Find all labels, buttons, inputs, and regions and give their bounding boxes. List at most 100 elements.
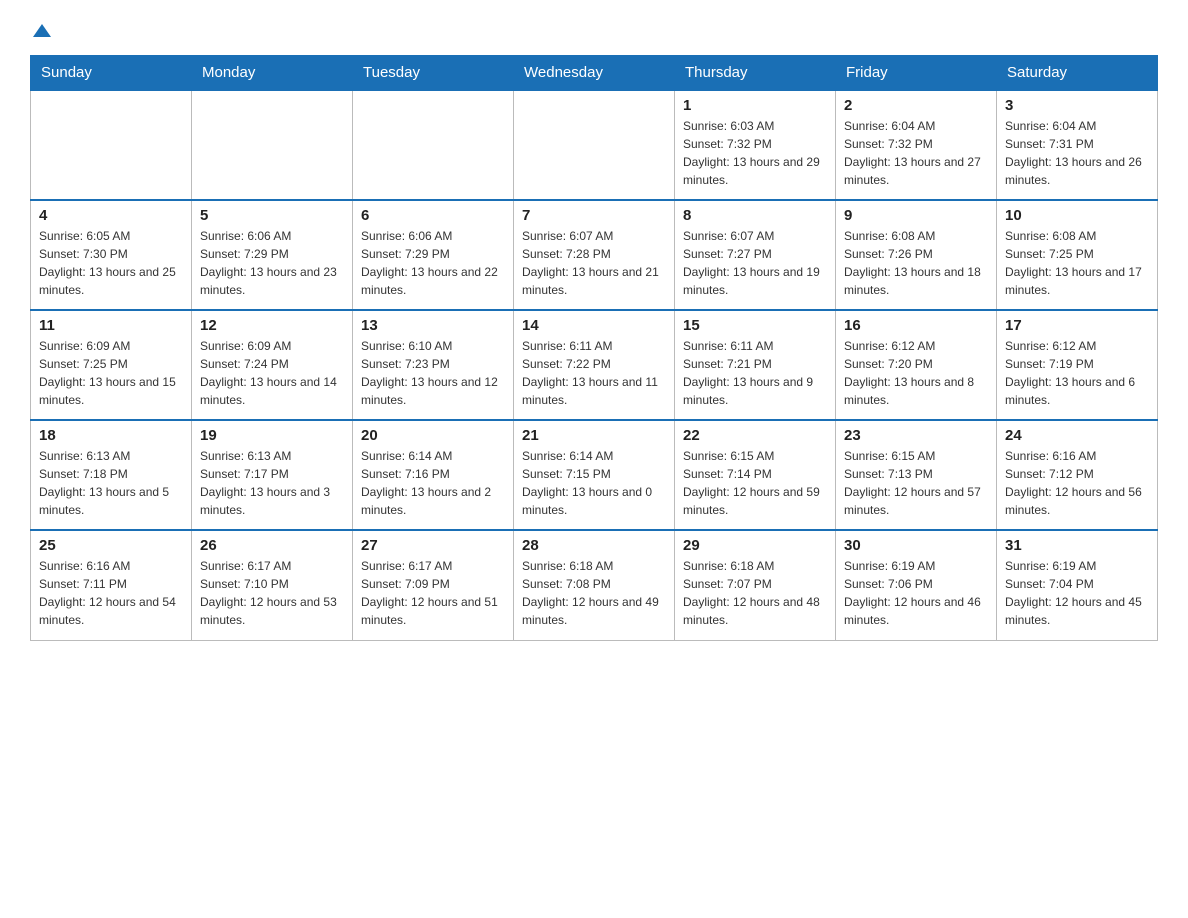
calendar-cell: 23 Sunrise: 6:15 AMSunset: 7:13 PMDayligh… [836, 420, 997, 530]
calendar-cell: 25 Sunrise: 6:16 AMSunset: 7:11 PMDayligh… [31, 530, 192, 640]
weekday-header-thursday: Thursday [675, 56, 836, 91]
day-info: Sunrise: 6:12 AMSunset: 7:20 PMDaylight:… [844, 337, 988, 409]
day-info: Sunrise: 6:04 AMSunset: 7:31 PMDaylight:… [1005, 117, 1149, 189]
day-info: Sunrise: 6:17 AMSunset: 7:09 PMDaylight:… [361, 557, 505, 629]
day-info: Sunrise: 6:04 AMSunset: 7:32 PMDaylight:… [844, 117, 988, 189]
weekday-header-sunday: Sunday [31, 56, 192, 91]
day-info: Sunrise: 6:12 AMSunset: 7:19 PMDaylight:… [1005, 337, 1149, 409]
calendar-cell: 24Sunrise: 6:16 AMSunset: 7:12 PMDayligh… [997, 420, 1158, 530]
day-info: Sunrise: 6:03 AMSunset: 7:32 PMDaylight:… [683, 117, 827, 189]
day-info: Sunrise: 6:09 AMSunset: 7:24 PMDaylight:… [200, 337, 344, 409]
calendar-cell: 31Sunrise: 6:19 AMSunset: 7:04 PMDayligh… [997, 530, 1158, 640]
day-number: 21 [522, 427, 666, 444]
calendar-cell: 28Sunrise: 6:18 AMSunset: 7:08 PMDayligh… [514, 530, 675, 640]
day-number: 27 [361, 537, 505, 554]
day-number: 11 [39, 317, 183, 334]
calendar-cell: 17Sunrise: 6:12 AMSunset: 7:19 PMDayligh… [997, 310, 1158, 420]
day-number: 8 [683, 207, 827, 224]
day-number: 2 [844, 97, 988, 114]
calendar-cell: 12 Sunrise: 6:09 AMSunset: 7:24 PMDayligh… [192, 310, 353, 420]
day-number: 12 [200, 317, 344, 334]
calendar-cell: 21 Sunrise: 6:14 AMSunset: 7:15 PMDayligh… [514, 420, 675, 530]
weekday-header-friday: Friday [836, 56, 997, 91]
day-number: 26 [200, 537, 344, 554]
page-header [30, 20, 1158, 37]
day-number: 15 [683, 317, 827, 334]
day-info: Sunrise: 6:08 AMSunset: 7:26 PMDaylight:… [844, 227, 988, 299]
day-info: Sunrise: 6:14 AMSunset: 7:15 PMDaylight:… [522, 447, 666, 519]
day-info: Sunrise: 6:16 AMSunset: 7:11 PMDaylight:… [39, 557, 183, 629]
calendar-cell: 8 Sunrise: 6:07 AMSunset: 7:27 PMDaylight… [675, 200, 836, 310]
day-number: 9 [844, 207, 988, 224]
calendar-cell: 20 Sunrise: 6:14 AMSunset: 7:16 PMDayligh… [353, 420, 514, 530]
calendar-cell: 10 Sunrise: 6:08 AMSunset: 7:25 PMDayligh… [997, 200, 1158, 310]
day-number: 6 [361, 207, 505, 224]
calendar-cell: 5 Sunrise: 6:06 AMSunset: 7:29 PMDaylight… [192, 200, 353, 310]
day-info: Sunrise: 6:16 AMSunset: 7:12 PMDaylight:… [1005, 447, 1149, 519]
calendar-cell [192, 90, 353, 200]
day-number: 1 [683, 97, 827, 114]
day-info: Sunrise: 6:08 AMSunset: 7:25 PMDaylight:… [1005, 227, 1149, 299]
calendar-cell: 7 Sunrise: 6:07 AMSunset: 7:28 PMDaylight… [514, 200, 675, 310]
calendar-cell: 29Sunrise: 6:18 AMSunset: 7:07 PMDayligh… [675, 530, 836, 640]
day-number: 25 [39, 537, 183, 554]
calendar-cell: 30 Sunrise: 6:19 AMSunset: 7:06 PMDayligh… [836, 530, 997, 640]
day-info: Sunrise: 6:15 AMSunset: 7:14 PMDaylight:… [683, 447, 827, 519]
day-info: Sunrise: 6:18 AMSunset: 7:07 PMDaylight:… [683, 557, 827, 629]
calendar-week-row: 25 Sunrise: 6:16 AMSunset: 7:11 PMDayligh… [31, 530, 1158, 640]
day-info: Sunrise: 6:10 AMSunset: 7:23 PMDaylight:… [361, 337, 505, 409]
day-number: 31 [1005, 537, 1149, 554]
day-info: Sunrise: 6:13 AMSunset: 7:18 PMDaylight:… [39, 447, 183, 519]
day-info: Sunrise: 6:05 AMSunset: 7:30 PMDaylight:… [39, 227, 183, 299]
day-number: 20 [361, 427, 505, 444]
day-number: 22 [683, 427, 827, 444]
calendar-cell: 13 Sunrise: 6:10 AMSunset: 7:23 PMDayligh… [353, 310, 514, 420]
day-info: Sunrise: 6:11 AMSunset: 7:22 PMDaylight:… [522, 337, 666, 409]
calendar-cell: 1 Sunrise: 6:03 AMSunset: 7:32 PMDaylight… [675, 90, 836, 200]
day-number: 18 [39, 427, 183, 444]
day-number: 16 [844, 317, 988, 334]
calendar-table: SundayMondayTuesdayWednesdayThursdayFrid… [30, 55, 1158, 641]
calendar-cell: 2 Sunrise: 6:04 AMSunset: 7:32 PMDaylight… [836, 90, 997, 200]
day-info: Sunrise: 6:17 AMSunset: 7:10 PMDaylight:… [200, 557, 344, 629]
calendar-cell [353, 90, 514, 200]
day-number: 13 [361, 317, 505, 334]
day-info: Sunrise: 6:11 AMSunset: 7:21 PMDaylight:… [683, 337, 827, 409]
calendar-week-row: 11Sunrise: 6:09 AMSunset: 7:25 PMDayligh… [31, 310, 1158, 420]
day-number: 7 [522, 207, 666, 224]
calendar-week-row: 4Sunrise: 6:05 AMSunset: 7:30 PMDaylight… [31, 200, 1158, 310]
calendar-header-row: SundayMondayTuesdayWednesdayThursdayFrid… [31, 56, 1158, 91]
day-number: 30 [844, 537, 988, 554]
calendar-cell: 14 Sunrise: 6:11 AMSunset: 7:22 PMDayligh… [514, 310, 675, 420]
weekday-header-wednesday: Wednesday [514, 56, 675, 91]
calendar-cell: 26 Sunrise: 6:17 AMSunset: 7:10 PMDayligh… [192, 530, 353, 640]
day-info: Sunrise: 6:13 AMSunset: 7:17 PMDaylight:… [200, 447, 344, 519]
day-info: Sunrise: 6:06 AMSunset: 7:29 PMDaylight:… [200, 227, 344, 299]
calendar-cell: 19Sunrise: 6:13 AMSunset: 7:17 PMDayligh… [192, 420, 353, 530]
day-info: Sunrise: 6:07 AMSunset: 7:28 PMDaylight:… [522, 227, 666, 299]
day-info: Sunrise: 6:19 AMSunset: 7:06 PMDaylight:… [844, 557, 988, 629]
day-number: 14 [522, 317, 666, 334]
calendar-cell: 27 Sunrise: 6:17 AMSunset: 7:09 PMDayligh… [353, 530, 514, 640]
day-info: Sunrise: 6:07 AMSunset: 7:27 PMDaylight:… [683, 227, 827, 299]
calendar-cell: 15 Sunrise: 6:11 AMSunset: 7:21 PMDayligh… [675, 310, 836, 420]
calendar-cell: 3 Sunrise: 6:04 AMSunset: 7:31 PMDaylight… [997, 90, 1158, 200]
weekday-header-tuesday: Tuesday [353, 56, 514, 91]
day-info: Sunrise: 6:14 AMSunset: 7:16 PMDaylight:… [361, 447, 505, 519]
logo-triangle-icon [33, 24, 51, 37]
calendar-cell: 6 Sunrise: 6:06 AMSunset: 7:29 PMDaylight… [353, 200, 514, 310]
calendar-cell: 9 Sunrise: 6:08 AMSunset: 7:26 PMDaylight… [836, 200, 997, 310]
calendar-cell: 11Sunrise: 6:09 AMSunset: 7:25 PMDayligh… [31, 310, 192, 420]
day-info: Sunrise: 6:06 AMSunset: 7:29 PMDaylight:… [361, 227, 505, 299]
calendar-cell: 18 Sunrise: 6:13 AMSunset: 7:18 PMDayligh… [31, 420, 192, 530]
calendar-week-row: 1 Sunrise: 6:03 AMSunset: 7:32 PMDaylight… [31, 90, 1158, 200]
day-number: 3 [1005, 97, 1149, 114]
day-number: 5 [200, 207, 344, 224]
day-number: 10 [1005, 207, 1149, 224]
calendar-cell: 4Sunrise: 6:05 AMSunset: 7:30 PMDaylight… [31, 200, 192, 310]
calendar-cell: 16 Sunrise: 6:12 AMSunset: 7:20 PMDayligh… [836, 310, 997, 420]
day-info: Sunrise: 6:15 AMSunset: 7:13 PMDaylight:… [844, 447, 988, 519]
weekday-header-saturday: Saturday [997, 56, 1158, 91]
calendar-cell [514, 90, 675, 200]
day-number: 23 [844, 427, 988, 444]
